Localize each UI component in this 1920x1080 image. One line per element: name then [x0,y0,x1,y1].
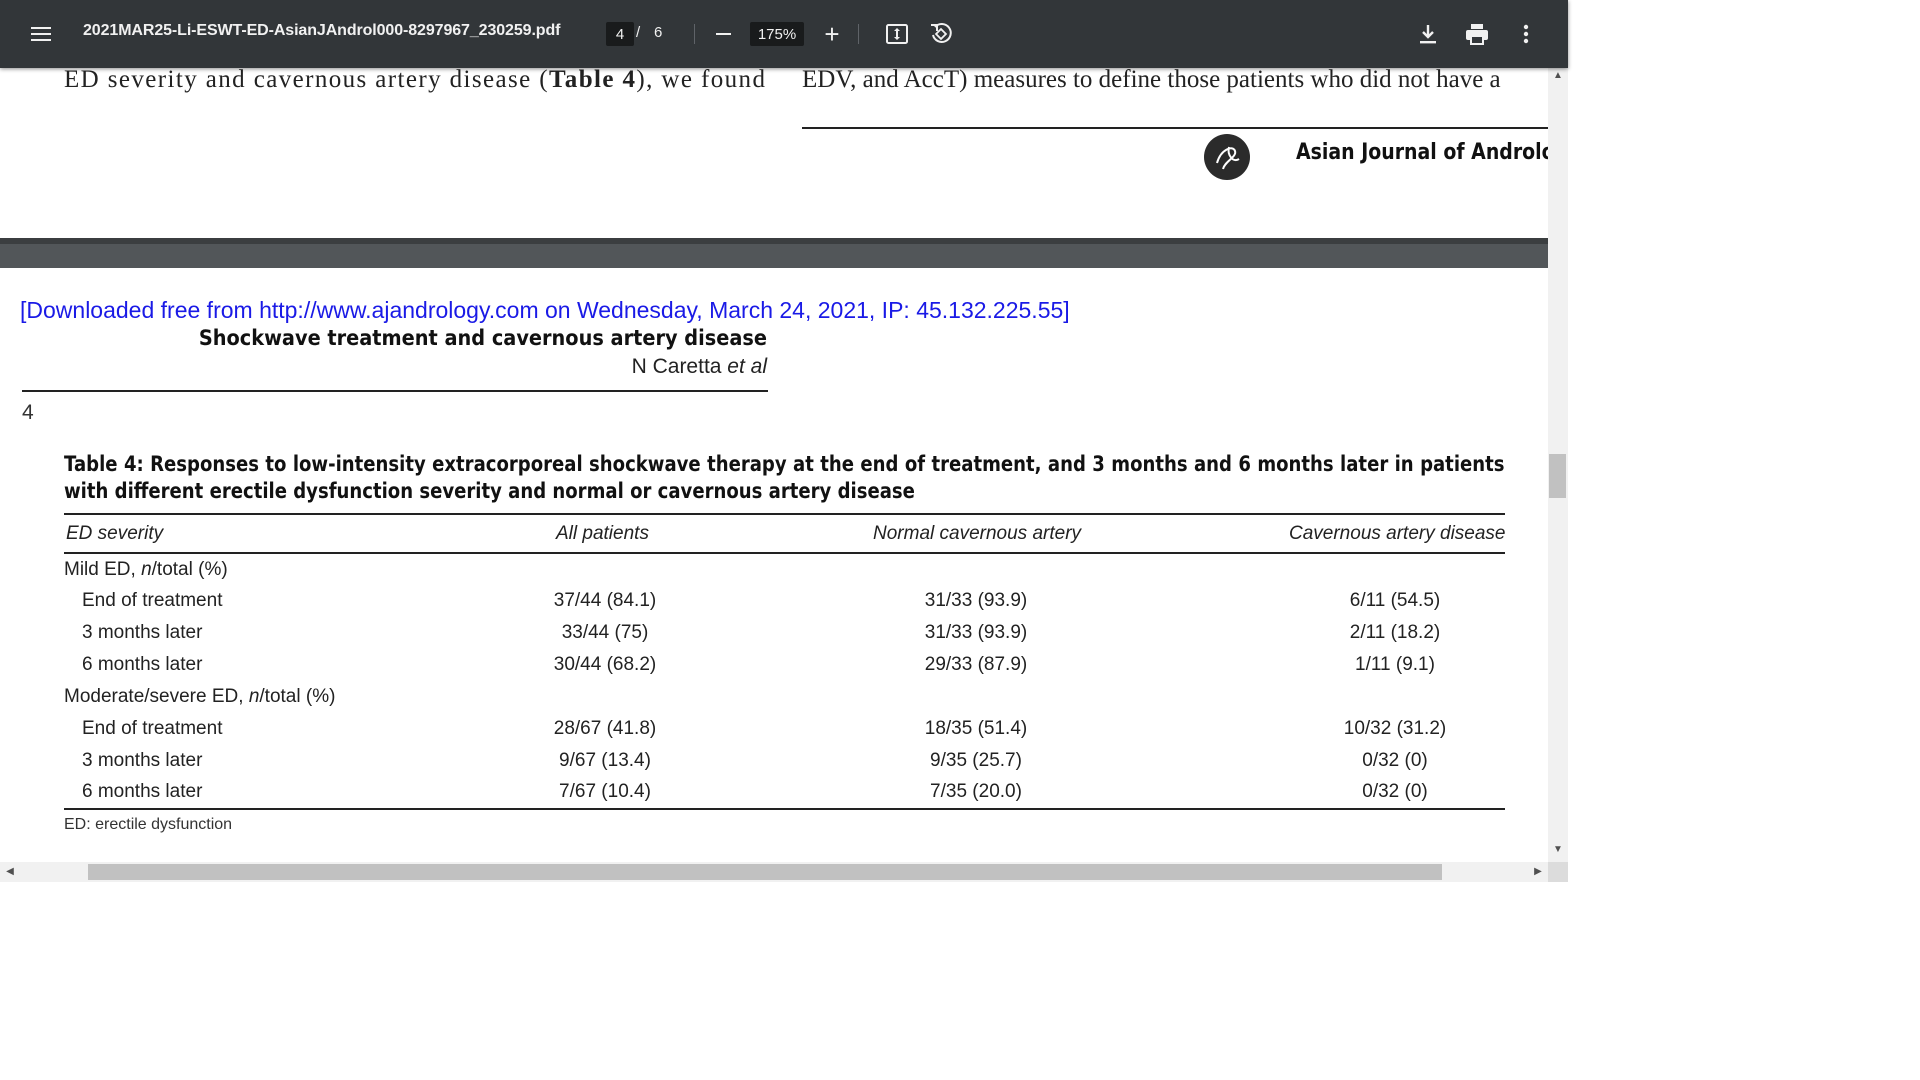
table-cell: 9/35 (25.7) [930,750,1022,771]
total-pages: 6 [654,24,663,41]
rotate-button[interactable] [926,20,956,48]
download-button[interactable] [1414,20,1442,48]
fit-to-page-button[interactable] [882,20,912,48]
more-options-button[interactable] [1512,20,1540,48]
scroll-right-arrow-icon[interactable]: ▶ [1530,864,1546,880]
minus-icon [715,33,731,35]
menu-icon [31,27,51,41]
scroll-down-arrow-icon[interactable]: ▼ [1550,844,1566,860]
document-viewport[interactable]: ED severity and cavernous artery disease… [0,68,1548,862]
pdf-toolbar: 2021MAR25-Li-ESWT-ED-AsianJAndrol000-829… [0,0,1568,68]
table-group-label: Mild ED, n/total (%) [64,559,228,580]
table-cell: 33/44 (75) [561,622,649,643]
table-caption: Table 4: Responses to low-intensity extr… [64,452,1505,503]
table-row-label: End of treatment [82,718,223,739]
download-watermark: [Downloaded free from http://www.ajandro… [20,297,1070,323]
download-icon [1420,25,1436,44]
table-row-label: 3 months later [82,750,203,771]
menu-button[interactable] [20,14,62,54]
table-cell: 6/11 (54.5) [1349,590,1441,611]
table-cell: 28/67 (41.8) [553,718,657,739]
table-header-rule [64,552,1505,554]
footer-rule [802,127,1548,129]
table-cell: 10/32 (31.2) [1343,718,1447,739]
table-cell: 7/67 (10.4) [559,781,651,802]
table-cell: 37/44 (84.1) [553,590,657,611]
print-icon [1466,24,1488,45]
table-cell: 18/35 (51.4) [924,718,1028,739]
table-cell: 1/11 (9.1) [1355,654,1435,675]
scroll-up-arrow-icon[interactable]: ▲ [1550,70,1566,86]
table-cell: 2/11 (18.2) [1349,622,1441,643]
table-cell: 0/32 (0) [1362,750,1428,771]
more-vert-icon [1523,24,1529,44]
table-cell: 31/33 (93.9) [924,590,1028,611]
page-number-input[interactable]: 4 [606,22,634,46]
table-header-normal-artery: Normal cavernous artery [873,523,1082,544]
vertical-scroll-thumb[interactable] [1549,454,1566,498]
header-rule [22,390,768,392]
toolbar-divider [694,24,695,44]
table-row-label: 3 months later [82,622,203,643]
page-number: 4 [22,401,34,424]
print-button[interactable] [1462,20,1492,48]
table-header-ed-severity: ED severity [66,523,164,544]
table-row-label: 6 months later [82,654,203,675]
table-bottom-rule [64,808,1505,810]
horizontal-scroll-thumb[interactable] [88,864,1442,880]
fit-to-page-icon [886,24,908,44]
journal-logo-icon [1204,134,1250,180]
document-title: 2021MAR25-Li-ESWT-ED-AsianJAndrol000-829… [83,22,561,39]
page-separator-gap [0,238,1548,268]
journal-name: Asian Journal of Andrology [1296,140,1548,165]
previous-page-text-right: EDV, and AccT) measures to define those … [802,68,1501,93]
page-separator: / [636,24,641,41]
scroll-left-arrow-icon[interactable]: ◀ [2,864,18,880]
table-header-all-patients: All patients [556,523,649,544]
zoom-in-button[interactable]: + [819,21,845,47]
scrollbar-corner [1548,862,1568,882]
table-cell: 0/32 (0) [1362,781,1428,802]
table-cell: 7/35 (20.0) [930,781,1022,802]
table-row-label: 6 months later [82,781,203,802]
plus-icon: + [824,19,840,49]
running-title: Shockwave treatment and cavernous artery… [198,326,768,350]
previous-page-text-left: ED severity and cavernous artery disease… [64,68,767,93]
running-author: N Caretta et al [631,355,767,378]
zoom-out-button[interactable] [710,22,736,46]
table-cell: 31/33 (93.9) [924,622,1028,643]
table-cell: 30/44 (68.2) [553,654,657,675]
table-footnote: ED: erectile dysfunction [64,816,233,833]
toolbar-divider [858,24,859,44]
table-row-label: End of treatment [82,590,223,611]
zoom-level-input[interactable]: 175% [750,22,804,46]
table-top-rule [64,513,1505,515]
table-cell: 29/33 (87.9) [924,654,1028,675]
table-cell: 9/67 (13.4) [559,750,651,771]
rotate-icon [931,22,952,43]
table-group-label: Moderate/severe ED, n/total (%) [64,686,336,707]
table-header-artery-disease: Cavernous artery disease [1289,523,1506,544]
